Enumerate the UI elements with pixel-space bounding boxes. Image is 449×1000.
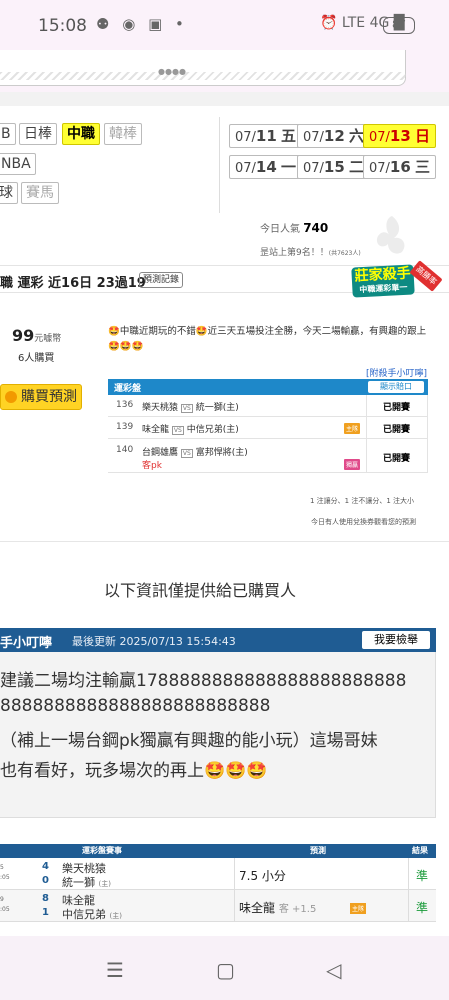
home-team-chip: 主隊	[344, 423, 361, 434]
home-icon[interactable]: ▢	[216, 958, 235, 982]
date-tab-0713[interactable]: 07/13 日	[363, 124, 436, 148]
back-icon[interactable]: ◁	[326, 958, 341, 982]
section-divider	[0, 92, 449, 106]
lottery-table-header: 運彩盤 顯示賠口	[108, 379, 428, 395]
sport-tab-kbo[interactable]: 韓棒	[104, 123, 142, 145]
date-tab-0711[interactable]: 07/11 五	[229, 124, 302, 148]
tips-line: 也有看好，玩多場次的再上🤩🤩🤩	[0, 761, 268, 781]
sport-tab-nba[interactable]: NBA	[0, 153, 36, 175]
tips-line: 建議二場均注輸贏1788888888888888888888888	[0, 671, 407, 691]
buy-prediction-button[interactable]: 購買預測	[0, 384, 82, 410]
record-button[interactable]: 預測記錄	[139, 272, 184, 288]
game-status: 已開賽	[383, 454, 411, 464]
notification-icons: ⚉ ◉ ▣ •	[96, 15, 188, 33]
moneyline-chip: 獨贏	[344, 459, 361, 470]
decorative-flower-icon	[376, 216, 405, 254]
recent-apps-icon[interactable]: ☰	[106, 958, 124, 982]
table-row: 9 :05 8 1 味全龍 中信兄弟 (主) 味全龍 客 +1.5 主隊 準	[0, 890, 436, 922]
tips-header: 手小叮嚀 最後更新 2025/07/13 15:54:43 我要檢舉	[0, 628, 436, 652]
voucher-note: 今日有人使用兌換券觀看您的預測	[311, 518, 416, 526]
sport-tab-cpbl[interactable]: 中職	[62, 123, 100, 145]
date-tab-0712[interactable]: 07/12 六	[297, 124, 370, 148]
carousel-dots-icon[interactable]: ●●●●	[158, 67, 186, 76]
predictor-summary: 職 運彩 近16日 23過19	[0, 276, 146, 291]
tips-line: （補上一場台鋼pk獨贏有興趣的能小玩）這場哥妹	[0, 731, 378, 751]
report-button[interactable]: 我要檢舉	[362, 631, 430, 649]
decorative-wave	[0, 72, 406, 80]
date-tab-0714[interactable]: 07/14 一	[229, 155, 302, 179]
game-status: 已開賽	[383, 425, 411, 435]
sport-tab-ball[interactable]: 球	[0, 182, 18, 204]
home-team-chip: 主隊	[350, 903, 367, 914]
date-tab-0715[interactable]: 07/15 二	[297, 155, 370, 179]
result-status: 準	[416, 869, 429, 883]
table-row: 140 台鋼雄鷹 VS 富邦悍將(主) 客pk 獨贏 已開賽	[108, 439, 428, 473]
predictor-logo: 莊家殺手 中職運彩單一	[351, 264, 415, 298]
buyers-only-notice: 以下資訊僅提供給已購買人	[104, 581, 297, 600]
table-row: 136 樂天桃猿 VS 統一獅(主) 已開賽	[108, 395, 428, 417]
prediction-value: 7.5 小分	[239, 869, 286, 883]
table-row: 139 味全龍 VS 中信兄弟(主) 主隊 已開賽	[108, 417, 428, 439]
popularity: 今日人氣 740	[260, 221, 329, 235]
price: 99元噱幣	[12, 326, 62, 345]
coin-icon	[5, 391, 17, 403]
tips-title: 手小叮嚀	[0, 636, 53, 651]
tips-body: 建議二場均注輸贏1788888888888888888888888 888888…	[0, 652, 436, 818]
prediction-value: 味全龍 客 +1.5	[239, 901, 317, 915]
table-row: 5 :05 4 0 樂天桃猿 統一獅 (主) 7.5 小分 準	[0, 858, 436, 890]
sport-tab-npb[interactable]: 日棒	[19, 123, 57, 145]
popularity-count: 740	[303, 221, 329, 235]
tabs-divider	[219, 117, 220, 213]
banner-panel	[0, 50, 406, 86]
date-tab-0716[interactable]: 07/16 三	[363, 155, 436, 179]
tips-line: 8888888888888888888888888	[0, 696, 271, 716]
game-status: 已開賽	[383, 403, 411, 413]
tips-link[interactable]: [附殺手小叮嚀]	[366, 366, 427, 379]
status-time: 15:08	[38, 16, 87, 36]
status-bar: 15:08 ⚉ ◉ ▣ • ⏰ LTE 4G █ 87	[0, 0, 449, 50]
sport-tab-horse[interactable]: 賽馬	[21, 182, 59, 204]
bet-summary: 1 注讓分、1 注不讓分、1 注大小	[310, 497, 415, 505]
results-table-header: 運彩盤賽事 預測 結果	[0, 844, 436, 858]
buyer-count: 6人購買	[18, 353, 55, 364]
sport-tab-mlb[interactable]: B	[0, 123, 16, 145]
divider	[0, 541, 449, 542]
battery-icon: 87	[383, 17, 415, 34]
top-banner-strip: ●●●●	[0, 50, 449, 92]
predictor-note: 🤩中職近期玩的不錯🤩近三天五場投注全勝，今天二場輸贏，有興趣的跟上🤩🤩🤩	[108, 326, 427, 352]
result-status: 準	[416, 901, 429, 915]
popularity-rank: 昰站上第9名！！(共7623人)	[260, 248, 361, 258]
last-updated: 最後更新 2025/07/13 15:54:43	[72, 635, 236, 648]
show-odds-button[interactable]: 顯示賠口	[368, 381, 424, 393]
